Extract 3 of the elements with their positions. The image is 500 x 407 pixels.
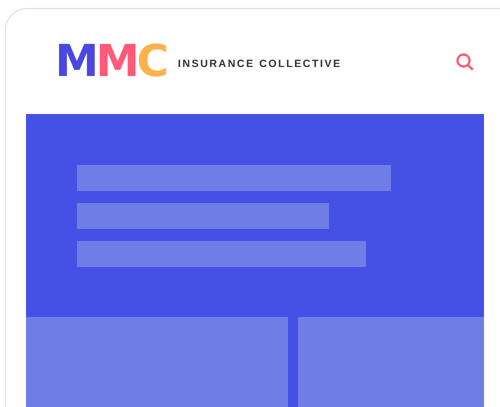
brand-name: INSURANCE COLLECTIVE <box>178 58 342 70</box>
logo: MMC <box>55 41 166 82</box>
search-icon <box>455 52 475 72</box>
